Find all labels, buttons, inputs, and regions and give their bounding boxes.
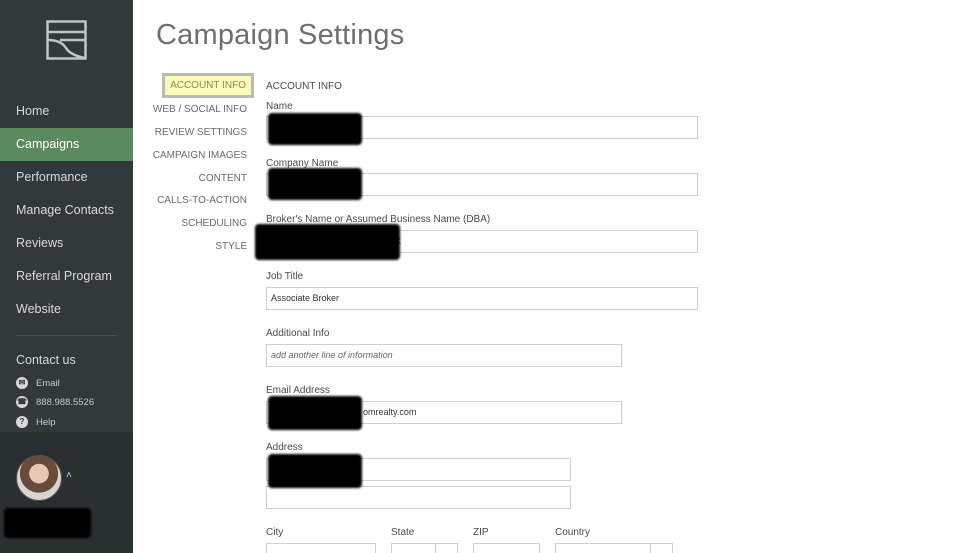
help-icon: ? (16, 416, 28, 428)
job-title-label: Job Title (266, 271, 304, 282)
address-label: Address (266, 442, 303, 453)
city-field[interactable] (266, 543, 376, 553)
page-title: Campaign Settings (156, 19, 405, 51)
chevron-down-icon (435, 544, 457, 553)
subnav-style[interactable]: STYLE (215, 241, 247, 252)
subnav-review-settings[interactable]: REVIEW SETTINGS (155, 127, 247, 138)
section-heading: ACCOUNT INFO (266, 81, 342, 92)
state-select[interactable] (391, 543, 458, 553)
contact-help-label: Help (36, 416, 56, 428)
nav-item-website[interactable]: Website (0, 293, 133, 326)
subnav-account-info[interactable]: ACCOUNT INFO (162, 73, 254, 98)
contact-phone-number: 888.988.5526 (36, 396, 95, 408)
subnav-calls-to-action[interactable]: CALLS-TO-ACTION (157, 195, 247, 206)
contact-email-link[interactable]: ✉ Email (16, 377, 60, 389)
nav-item-manage-contacts[interactable]: Manage Contacts (0, 194, 133, 227)
zip-field[interactable] (473, 543, 540, 553)
nav-item-home[interactable]: Home (0, 95, 133, 128)
sidebar: Home Campaigns Performance Manage Contac… (0, 0, 133, 553)
state-label: State (391, 527, 415, 538)
redacted-dba (255, 224, 400, 260)
redacted-email (268, 396, 362, 430)
redacted-user-name (4, 508, 91, 538)
subnav-content[interactable]: CONTENT (199, 173, 247, 184)
chevron-up-icon[interactable]: ˄ (66, 470, 72, 481)
contact-phone-link[interactable]: ☎ 888.988.5526 (16, 396, 94, 408)
redacted-company-name (268, 168, 362, 200)
city-label: City (266, 527, 284, 538)
avatar[interactable] (16, 455, 62, 501)
name-label: Name (266, 101, 293, 112)
country-label: Country (555, 527, 591, 538)
additional-info-field[interactable]: add another line of information (266, 344, 622, 367)
email-label: Email Address (266, 385, 330, 396)
additional-info-label: Additional Info (266, 328, 330, 339)
zip-label: ZIP (473, 527, 489, 538)
redacted-name (268, 113, 362, 145)
main-nav: Home Campaigns Performance Manage Contac… (0, 95, 133, 326)
subnav-scheduling[interactable]: SCHEDULING (181, 218, 247, 229)
sidebar-divider (16, 335, 116, 336)
nav-item-reviews[interactable]: Reviews (0, 227, 133, 260)
app-logo-icon[interactable] (46, 20, 87, 60)
subnav-campaign-images[interactable]: CAMPAIGN IMAGES (153, 150, 247, 161)
redacted-address (268, 454, 362, 488)
email-icon: ✉ (16, 377, 28, 389)
address-line2-field[interactable] (266, 486, 571, 509)
contact-email-label: Email (36, 377, 60, 389)
nav-item-campaigns[interactable]: Campaigns (0, 128, 133, 161)
nav-item-performance[interactable]: Performance (0, 161, 133, 194)
nav-item-referral-program[interactable]: Referral Program (0, 260, 133, 293)
chevron-down-icon (650, 544, 672, 553)
country-select[interactable] (555, 543, 673, 553)
phone-icon: ☎ (16, 396, 28, 408)
job-title-field[interactable]: Associate Broker (266, 287, 698, 310)
contact-us-heading: Contact us (16, 353, 76, 367)
subnav-web-social-info[interactable]: WEB / SOCIAL INFO (153, 104, 247, 115)
contact-help-link[interactable]: ? Help (16, 416, 56, 428)
